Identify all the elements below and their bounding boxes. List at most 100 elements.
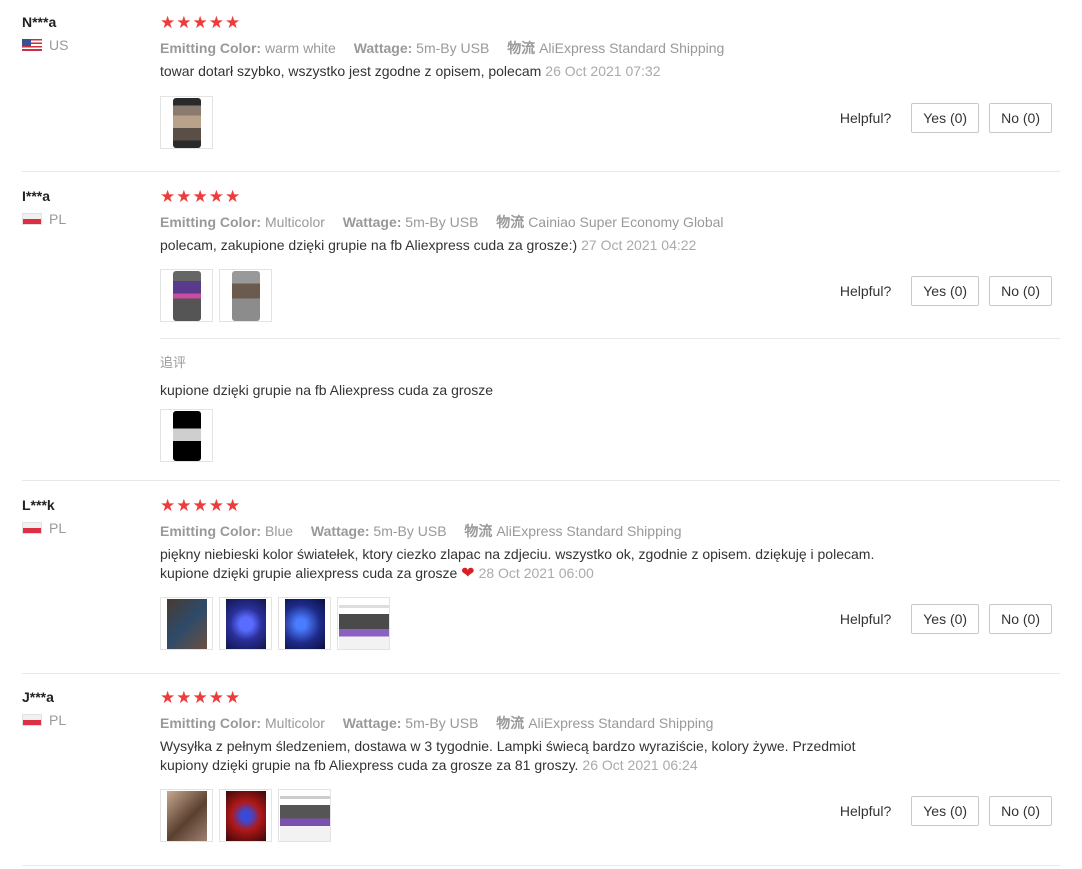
review-date: 28 Oct 2021 06:00 (478, 565, 594, 581)
review-item: J***a PL ★ ★ ★ ★ ★ Emitting Color: Multicolo… (22, 687, 1060, 866)
helpful-no-button[interactable]: No (0) (989, 103, 1052, 133)
attr-label: Wattage: (353, 40, 413, 56)
sku-attributes: Emitting Color: Multicolor Wattage: 5m-B… (160, 212, 1060, 232)
helpful-label: Helpful? (839, 110, 892, 126)
attr-label: Emitting Color: (160, 715, 262, 731)
review-photo-thumbnail[interactable] (160, 269, 213, 322)
photo-preview (338, 598, 389, 649)
review-text: Wysyłka z pełnym śledzeniem, dostawa w 3… (160, 737, 930, 775)
reviewer-info: L***k PL (22, 495, 66, 536)
attr-emitting-color: Multicolor (265, 715, 325, 731)
photo-preview (166, 598, 207, 649)
reviewer-name: L***k (22, 497, 55, 513)
star-rating: ★ ★ ★ ★ ★ (160, 12, 1060, 32)
photo-preview (279, 790, 330, 841)
follow-up-text: kupione dzięki grupie na fb Aliexpress c… (160, 382, 494, 398)
review-content: ★ ★ ★ ★ ★ Emitting Color: Multicolor Wattage… (160, 687, 1060, 775)
helpful-no-button[interactable]: No (0) (989, 796, 1052, 826)
review-content: ★ ★ ★ ★ ★ Emitting Color: Blue Wattage: 5m-B… (160, 495, 1060, 583)
attr-label: Wattage: (342, 715, 402, 731)
review-photos (160, 96, 213, 149)
helpful-yes-button[interactable]: Yes (0) (911, 103, 980, 133)
helpful-yes-button[interactable]: Yes (0) (911, 276, 980, 306)
review-date: 27 Oct 2021 04:22 (581, 237, 697, 253)
star-icon: ★ (192, 687, 208, 707)
review-photo-thumbnail[interactable] (337, 597, 390, 650)
review-content: ★ ★ ★ ★ ★ Emitting Color: warm white Wattage… (160, 12, 1060, 81)
country-code: US (49, 37, 69, 53)
helpful-yes-button[interactable]: Yes (0) (911, 604, 980, 634)
helpful-vote: Helpful? Yes (0) No (0) (840, 276, 1052, 306)
helpful-vote: Helpful? Yes (0) No (0) (840, 604, 1052, 634)
star-icon: ★ (160, 186, 176, 206)
sku-attributes: Emitting Color: warm white Wattage: 5m-B… (160, 38, 1060, 58)
follow-up-review: 追评 kupione dzięki grupie na fb Aliexpres… (160, 338, 1060, 481)
reviewer-name: I***a (22, 188, 51, 204)
photo-preview (231, 270, 260, 321)
review-photo-thumbnail[interactable] (219, 269, 272, 322)
reviewer-name: N***a (22, 14, 57, 30)
helpful-no-button[interactable]: No (0) (989, 604, 1052, 634)
star-icon: ★ (160, 12, 176, 32)
review-photo-thumbnail[interactable] (160, 789, 213, 842)
attr-shipping: AliExpress Standard Shipping (539, 40, 725, 56)
review-content: ★ ★ ★ ★ ★ Emitting Color: Multicolor Wattage… (160, 186, 1060, 255)
attr-shipping: Cainiao Super Economy Global (528, 214, 724, 230)
pl-flag-icon (22, 522, 42, 534)
reviewer-country: PL (22, 712, 66, 728)
reviewer-name: J***a (22, 689, 54, 705)
attr-label: Wattage: (342, 214, 402, 230)
review-photo-thumbnail[interactable] (219, 789, 272, 842)
review-body: towar dotarł szybko, wszystko jest zgodn… (160, 63, 542, 79)
review-body-line2: kupione dzięki grupie aliexpress cuda za… (160, 565, 458, 581)
photo-preview (166, 790, 207, 841)
reviewer-country: PL (22, 211, 66, 227)
follow-up-photos (160, 409, 213, 462)
review-item: N***a US ★ ★ ★ ★ ★ Emitting Color: warm whit… (22, 12, 1060, 172)
review-item: I***a PL ★ ★ ★ ★ ★ Emitting Color: Multicolo… (22, 186, 1060, 481)
star-rating: ★ ★ ★ ★ ★ (160, 186, 1060, 206)
review-body-line1: piękny niebieski kolor światełek, ktory … (160, 546, 875, 562)
review-photo-thumbnail[interactable] (160, 597, 213, 650)
attr-wattage: 5m-By USB (405, 214, 479, 230)
review-photo-thumbnail[interactable] (160, 96, 213, 149)
photo-preview (225, 598, 266, 649)
helpful-label: Helpful? (839, 803, 892, 819)
review-body-line1: Wysyłka z pełnym śledzeniem, dostawa w 3… (160, 738, 856, 754)
reviewer-info: I***a PL (22, 186, 66, 227)
star-icon: ★ (192, 495, 208, 515)
star-icon: ★ (225, 495, 241, 515)
pl-flag-icon (22, 213, 42, 225)
helpful-no-button[interactable]: No (0) (989, 276, 1052, 306)
review-photos (160, 597, 390, 650)
star-icon: ★ (176, 687, 192, 707)
attr-wattage: 5m-By USB (405, 715, 479, 731)
heart-icon: ❤ (461, 565, 475, 582)
review-text: polecam, zakupione dzięki grupie na fb A… (160, 236, 930, 255)
attr-label: Emitting Color: (160, 40, 262, 56)
photo-preview (172, 410, 201, 461)
review-photo-thumbnail[interactable] (219, 597, 272, 650)
attr-label: Wattage: (310, 523, 370, 539)
review-photo-thumbnail[interactable] (278, 789, 331, 842)
review-photo-thumbnail[interactable] (160, 409, 213, 462)
star-icon: ★ (208, 687, 224, 707)
photo-preview (284, 598, 325, 649)
attr-shipping: AliExpress Standard Shipping (496, 523, 682, 539)
review-photos (160, 789, 331, 842)
review-photo-thumbnail[interactable] (278, 597, 331, 650)
country-code: PL (49, 712, 67, 728)
review-body: polecam, zakupione dzięki grupie na fb A… (160, 237, 578, 253)
attr-emitting-color: Blue (265, 523, 294, 539)
photo-preview (172, 270, 201, 321)
review-item: L***k PL ★ ★ ★ ★ ★ Emitting Color: Blue Watt… (22, 495, 1060, 674)
review-photos (160, 269, 272, 322)
attr-wattage: 5m-By USB (416, 40, 490, 56)
photo-preview (225, 790, 266, 841)
review-date: 26 Oct 2021 06:24 (582, 757, 698, 773)
star-icon: ★ (176, 186, 192, 206)
helpful-yes-button[interactable]: Yes (0) (911, 796, 980, 826)
reviewer-country: US (22, 37, 68, 53)
helpful-label: Helpful? (839, 611, 892, 627)
reviewer-info: N***a US (22, 12, 68, 53)
